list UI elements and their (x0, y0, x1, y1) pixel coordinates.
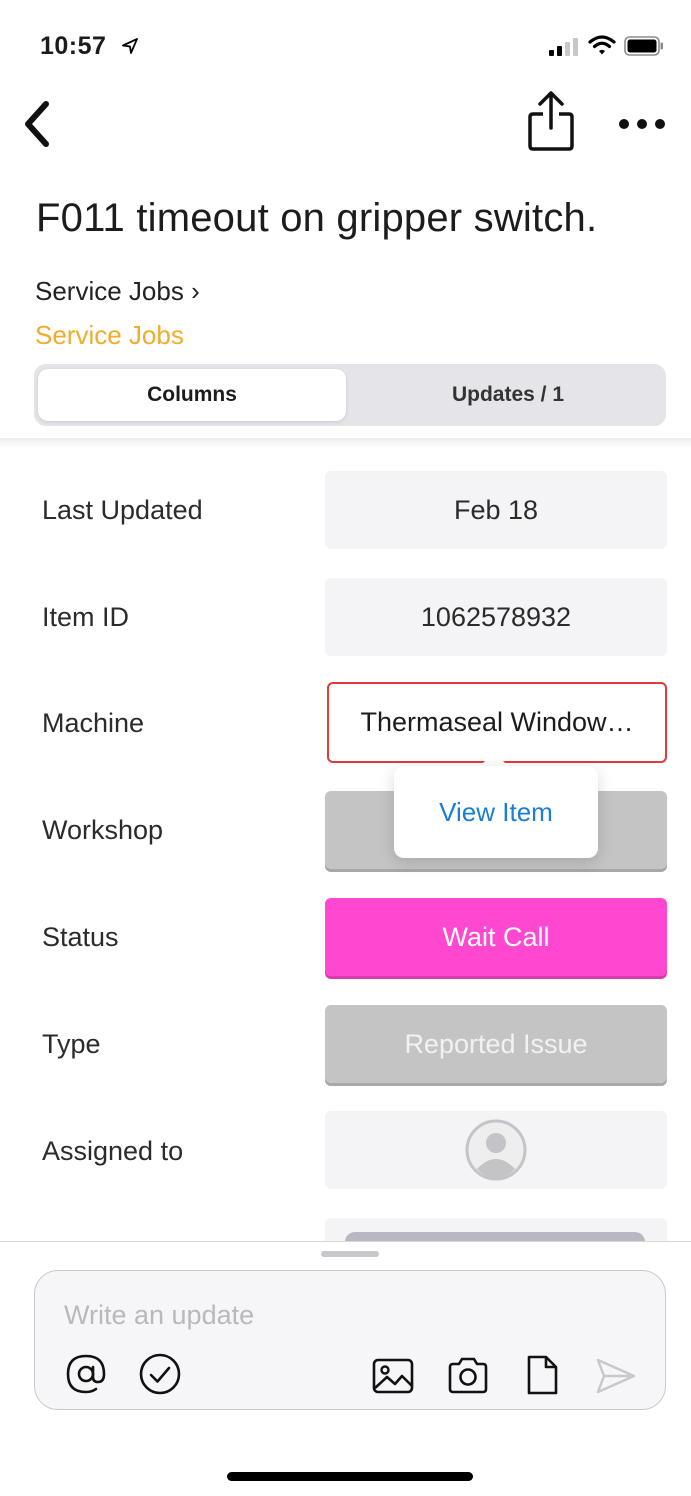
breadcrumb-group[interactable]: Service Jobs (35, 320, 184, 351)
tab-updates[interactable]: Updates / 1 (350, 369, 666, 421)
type-value[interactable]: Reported Issue (325, 1005, 667, 1083)
location-arrow-icon (122, 38, 138, 54)
update-composer[interactable] (34, 1270, 666, 1410)
last-updated-value[interactable]: Feb 18 (325, 471, 667, 549)
column-label-item-id: Item ID (42, 602, 130, 632)
person-avatar-icon (465, 1119, 527, 1181)
view-item-button[interactable]: View Item (394, 766, 598, 858)
column-label-status: Status (42, 922, 119, 952)
column-label-last-updated: Last Updated (42, 495, 203, 525)
status-value[interactable]: Wait Call (325, 898, 667, 976)
column-label-workshop: Workshop (42, 815, 164, 845)
home-indicator (227, 1472, 473, 1481)
update-input[interactable]: Write an update (64, 1300, 254, 1331)
column-label-type: Type (42, 1029, 101, 1059)
battery-icon (624, 36, 663, 56)
drag-handle[interactable] (321, 1251, 379, 1257)
more-horizontal-icon[interactable] (616, 110, 668, 138)
breadcrumb-board[interactable]: Service Jobs › (35, 276, 200, 307)
send-icon[interactable] (594, 1354, 638, 1398)
item-id-value[interactable]: 1062578932 (325, 578, 667, 656)
assigned-to-value[interactable] (325, 1111, 667, 1189)
status-time: 10:57 (40, 32, 107, 60)
cellular-signal-icon (549, 38, 578, 56)
popover-caret (480, 752, 508, 766)
tab-columns[interactable]: Columns (38, 369, 346, 421)
image-icon[interactable] (371, 1354, 415, 1398)
column-label-assigned-to: Assigned to (42, 1136, 184, 1166)
wifi-icon (588, 35, 616, 55)
share-icon[interactable] (526, 90, 576, 152)
machine-value[interactable]: Thermaseal Window… (327, 682, 667, 763)
checkmark-circle-icon[interactable] (138, 1352, 182, 1396)
mention-icon[interactable] (64, 1352, 108, 1396)
back-chevron-icon[interactable] (18, 98, 58, 150)
column-label-machine: Machine (42, 708, 145, 738)
camera-icon[interactable] (446, 1353, 490, 1397)
file-icon[interactable] (520, 1353, 564, 1397)
item-title: F011 timeout on gripper switch. (36, 196, 598, 240)
header-divider (0, 438, 691, 448)
